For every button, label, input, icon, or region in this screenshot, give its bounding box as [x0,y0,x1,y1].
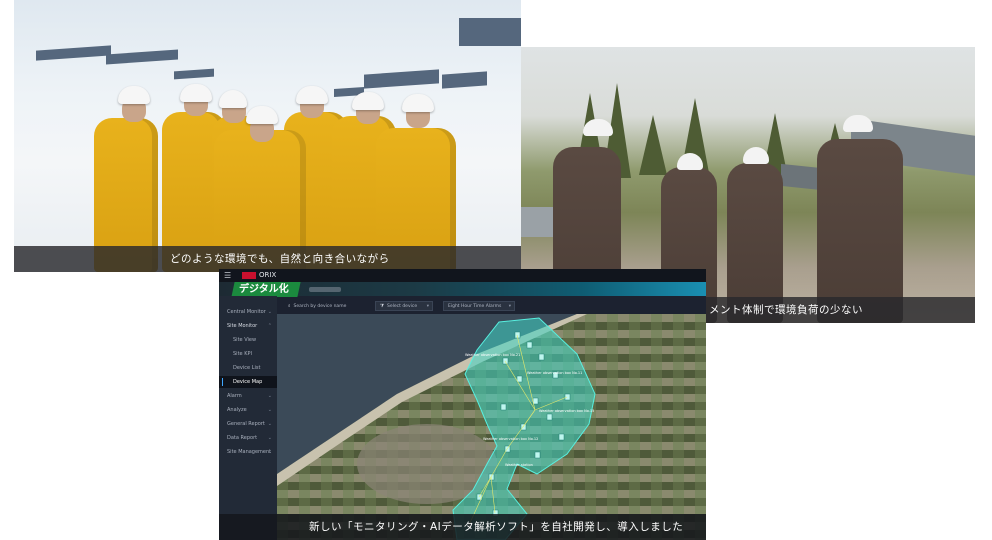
chevron-down-icon: ⌄ [267,309,272,315]
digital-badge: デジタル化 [231,282,301,297]
sidebar-item-central-monitor[interactable]: Central Monitor ⌄ [219,306,277,318]
badge-text: デジタル化 [239,284,289,295]
chevron-down-icon: ⌄ [267,449,272,455]
map-label: Weather observation box No.12 [483,437,538,441]
sidebar-item-label: Data Report [227,435,258,441]
solar-panel [364,69,439,89]
solar-panel [442,71,487,89]
map-label: Weather observation box No.21 [465,353,520,357]
helmet [219,90,247,108]
helmet [583,119,613,136]
chevron-down-icon: ⌄ [267,435,272,441]
alarm-select[interactable]: Eight Hour Time Alarms ▾ [443,301,515,311]
sidebar-item-label: Site KPI [233,351,252,357]
caption-text: メント体制で環境負荷の少ない [709,304,863,316]
caption-bar: 新しい「モニタリング・AIデータ解析ソフト」を自社開発し、導入しました [219,514,706,540]
chevron-down-icon: ⌄ [267,407,272,413]
top-bar: ☰ ORIX [219,269,706,282]
sidebar-item-label: Site Monitor [227,323,258,329]
chevron-up-icon: ⌃ [267,323,272,329]
sidebar-item-label: Site Management [227,449,272,455]
solar-panel [36,45,111,61]
alarm-select-value: Eight Hour Time Alarms [448,304,502,309]
sidebar-item-site-kpi[interactable]: Site KPI [219,348,277,360]
sidebar-item-label: Site View [233,337,257,343]
search-input[interactable]: ⌕ Search by device name [283,301,367,311]
sidebar-item-analyze[interactable]: Analyze ⌄ [219,404,277,416]
menu-icon[interactable]: ☰ [224,271,231,280]
sidebar-item-label: Device List [233,365,261,371]
search-icon: ⌕ [288,304,291,309]
filter-icon: ⧩ [380,304,385,309]
sidebar-item-site-management[interactable]: Site Management ⌄ [219,446,277,458]
search-placeholder: Search by device name [293,304,347,309]
map-label: Weather station [505,463,533,467]
chevron-down-icon: ⌄ [267,393,272,399]
solar-panel [459,18,521,46]
helmet [843,115,873,132]
chevron-down-icon: ⌄ [267,421,272,427]
sidebar-item-data-report[interactable]: Data Report ⌄ [219,432,277,444]
sidebar-item-label: Analyze [227,407,247,413]
tree [639,115,667,175]
map-label: Weather observation box No.15 [539,409,594,413]
worker [817,139,903,323]
sidebar-item-site-monitor[interactable]: Site Monitor ⌃ [219,320,277,332]
sidebar-item-alarm[interactable]: Alarm ⌄ [219,390,277,402]
brand-name: ORIX [259,271,277,279]
sidebar-item-device-map[interactable]: Device Map [219,376,277,388]
filter-bar: ⌕ Search by device name ⧩ Select device ▾ E… [277,301,706,311]
sidebar-item-label: Device Map [233,379,263,385]
helmet [118,86,150,104]
brand-logo-icon [242,272,256,279]
helmet [402,94,434,112]
helmet [246,106,278,124]
blurred-title [309,287,341,292]
photo-snow-team: どのような環境でも、自然と向き合いながら [14,0,521,272]
device-select-value: Select device [387,304,418,309]
sidebar-item-site-view[interactable]: Site View [219,334,277,346]
solar-panel [174,68,214,80]
helmet [352,92,384,110]
chevron-down-icon: ▾ [426,304,429,309]
device-select[interactable]: ⧩ Select device ▾ [375,301,433,311]
solar-panel [106,49,178,65]
dashboard-screenshot: ☰ ORIX デジタル化 Central Monitor ⌄ Site Monit… [219,269,706,540]
sidebar-item-label: Alarm [227,393,242,399]
helmet [296,86,328,104]
helmet [180,84,212,102]
map-label: Weather observation box No.11 [527,371,582,375]
device-map[interactable]: Weather observation box No.21 Weather ob… [277,314,706,540]
sidebar-item-general-report[interactable]: General Report ⌄ [219,418,277,430]
satellite-map: Weather observation box No.21 Weather ob… [277,314,706,540]
sidebar: Central Monitor ⌄ Site Monitor ⌃ Site View… [219,296,277,540]
chevron-down-icon: ▾ [508,304,511,309]
sidebar-item-label: Central Monitor [227,309,266,315]
sidebar-item-device-list[interactable]: Device List [219,362,277,374]
caption-text: 新しい「モニタリング・AIデータ解析ソフト」を自社開発し、導入しました [309,521,684,533]
sidebar-item-label: General Report [227,421,265,427]
